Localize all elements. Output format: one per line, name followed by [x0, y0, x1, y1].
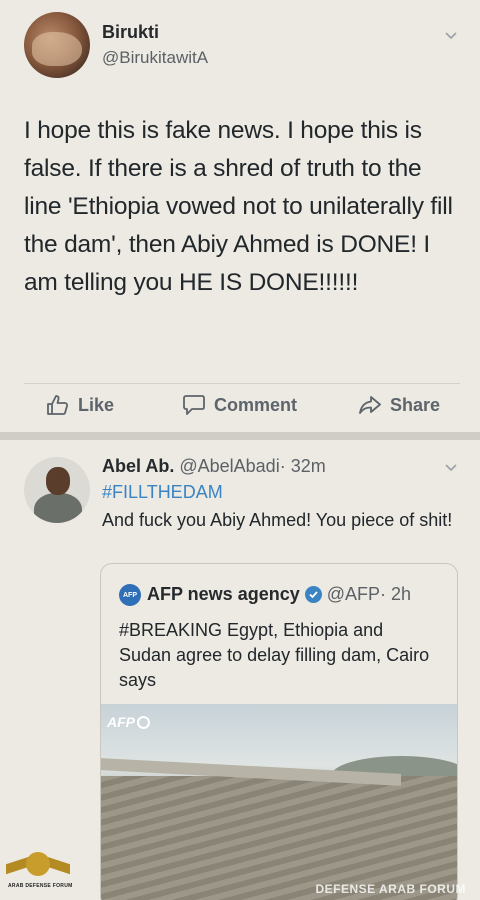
avatar[interactable]: [24, 457, 90, 523]
quoted-time: · 2h: [380, 584, 412, 604]
reply-time: · 32m: [279, 456, 326, 476]
reply-author-name[interactable]: Abel Ab.: [102, 456, 174, 476]
quoted-post-card[interactable]: AFP AFP news agency @AFP· 2h #BREAKING E…: [100, 563, 458, 900]
quoted-author-line: AFP news agency @AFP· 2h: [147, 584, 411, 605]
thumbs-up-icon: [46, 394, 70, 416]
quoted-text: #BREAKING Egypt, Ethiopia and Sudan agre…: [119, 620, 430, 690]
quoted-author-handle[interactable]: @AFP: [327, 584, 380, 604]
comment-button[interactable]: Comment: [182, 394, 297, 416]
post-card: Birukti @BirukitawitA I hope this is fak…: [0, 0, 480, 432]
quoted-author-name[interactable]: AFP news agency: [147, 584, 300, 605]
reply-author-line: Abel Ab. @AbelAbadi· 32m: [102, 456, 326, 477]
afp-photo-tag: AFP: [107, 714, 150, 730]
avatar[interactable]: [24, 12, 90, 78]
forum-logo-caption: ARAB DEFENSE FORUM: [8, 883, 73, 889]
author-handle[interactable]: @BirukitawitA: [102, 48, 208, 68]
separator: [24, 383, 460, 384]
share-label: Share: [390, 394, 441, 415]
like-label: Like: [78, 394, 115, 415]
author-name[interactable]: Birukti: [102, 22, 159, 43]
chevron-down-icon[interactable]: [444, 28, 458, 42]
share-icon: [358, 394, 382, 416]
verified-icon: [304, 586, 322, 603]
like-button[interactable]: Like: [46, 394, 114, 416]
forum-logo: [6, 852, 72, 896]
reply-text: And fuck you Abiy Ahmed! You piece of sh…: [102, 510, 453, 530]
reply-author-handle[interactable]: @AbelAbadi: [179, 456, 279, 476]
section-divider: [0, 432, 480, 440]
dam-photo[interactable]: AFP: [101, 704, 457, 900]
comment-icon: [182, 394, 206, 416]
watermark-text: DEFENSE ARAB FORUM: [315, 882, 466, 896]
afp-logo: AFP: [119, 584, 141, 606]
chevron-down-icon[interactable]: [444, 460, 458, 474]
hashtag-link[interactable]: #FILLTHEDAM: [102, 482, 223, 503]
comment-label: Comment: [214, 394, 298, 415]
post-text: I hope this is fake news. I hope this is…: [24, 117, 453, 296]
share-button[interactable]: Share: [358, 394, 440, 416]
